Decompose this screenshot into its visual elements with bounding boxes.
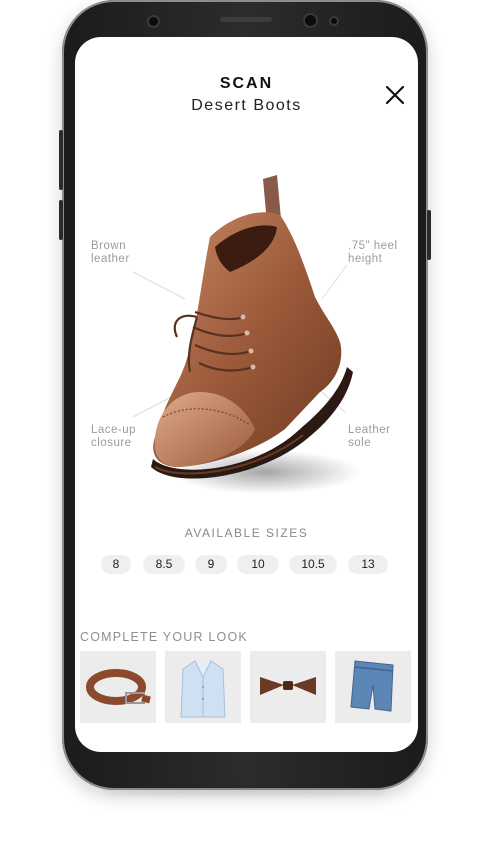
complete-look-label: COMPLETE YOUR LOOK xyxy=(80,630,248,644)
size-chip[interactable]: 8 xyxy=(101,555,131,574)
volume-button xyxy=(59,130,63,190)
size-chip[interactable]: 8.5 xyxy=(143,555,185,574)
look-item-bow-tie[interactable] xyxy=(250,651,326,723)
jeans-icon xyxy=(350,660,394,712)
annotation-line-1: Brown xyxy=(91,240,127,252)
size-chip[interactable]: 9 xyxy=(195,555,227,574)
annotation-brown-leather: Brown leather xyxy=(91,240,130,266)
size-chip[interactable]: 10.5 xyxy=(289,555,337,574)
look-item-belt[interactable] xyxy=(80,651,156,723)
look-item-jeans[interactable] xyxy=(335,651,411,723)
size-chip[interactable]: 10 xyxy=(237,555,279,574)
proximity-sensor-icon xyxy=(331,18,337,24)
annotation-line-1: Lace-up xyxy=(91,424,137,436)
boot-image xyxy=(151,175,360,494)
front-camera-icon xyxy=(305,15,316,26)
annotation-lace-up: Lace-up closure xyxy=(91,424,136,450)
power-button xyxy=(427,210,431,260)
sensor-icon xyxy=(149,17,158,26)
annotation-line-2: leather xyxy=(91,253,130,265)
belt-icon xyxy=(86,669,151,705)
app-screen: SCAN Desert Boots Brown leather .75" hee… xyxy=(75,37,418,752)
volume-button-lower xyxy=(59,200,63,240)
available-sizes-label: AVAILABLE SIZES xyxy=(184,526,309,540)
annotation-line-2: closure xyxy=(91,437,132,449)
size-chip[interactable]: 13 xyxy=(348,555,388,574)
look-item-shirt[interactable] xyxy=(165,651,241,723)
shirt-icon xyxy=(180,660,226,718)
earpiece-speaker xyxy=(220,17,272,22)
bow-tie-icon xyxy=(260,677,316,695)
